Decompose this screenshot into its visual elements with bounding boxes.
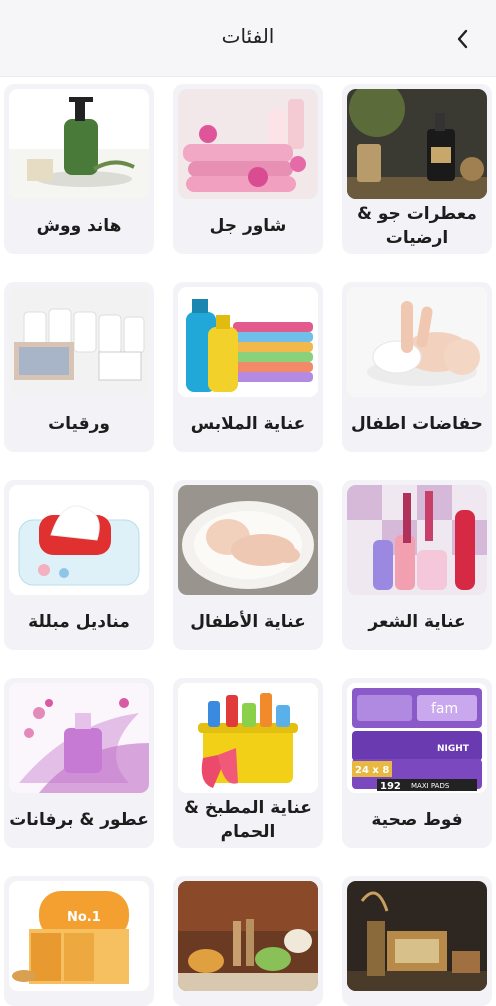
kitchenware-image (178, 881, 318, 991)
paper-products-image (9, 287, 149, 397)
category-card-room-fragrance[interactable]: معطرات جو & ارضيات (342, 84, 492, 254)
sanitary-pads-image: fam NIGHT 24 x 8 192 MAXI PADS (347, 683, 487, 793)
wet-wipes-image (9, 485, 149, 595)
category-label: شاور جل (209, 216, 287, 236)
chevron-left-icon (457, 29, 468, 49)
category-label: عطور & برفانات (9, 810, 149, 830)
category-label: معطرات جو & ارضيات (357, 204, 477, 248)
soap-brand-text: No.1 (67, 910, 101, 925)
category-label: عناية المطبخ & الحمام (184, 798, 312, 842)
category-card-hand-wash[interactable]: هاند ووش (4, 84, 154, 254)
category-label: ورقيات (48, 414, 110, 434)
category-label: مناديل مبللة (28, 612, 130, 632)
category-card-hair-care[interactable]: عناية الشعر (342, 480, 492, 650)
shower-gel-image (178, 89, 318, 199)
top-app-bar: الفئات (0, 0, 496, 77)
category-card-baby-care[interactable]: عناية الأطفال (173, 480, 323, 650)
category-label: هاند ووش (36, 216, 122, 236)
pads-night-text: NIGHT (437, 744, 470, 754)
room-fragrance-image (347, 89, 487, 199)
kitchen-bath-care-image (178, 683, 318, 793)
category-card-perfumes[interactable]: عطور & برفانات (4, 678, 154, 848)
category-label: عناية الملابس (190, 414, 306, 434)
category-card-home-decor[interactable] (342, 876, 492, 1006)
hair-care-image (347, 485, 487, 595)
category-card-sanitary-pads[interactable]: fam NIGHT 24 x 8 192 MAXI PADS فوط صحية (342, 678, 492, 848)
category-card-kitchen-bath-care[interactable]: عناية المطبخ & الحمام (173, 678, 323, 848)
fam-brand-text: fam (431, 701, 458, 717)
baby-care-image (178, 485, 318, 595)
hand-wash-image (9, 89, 149, 199)
category-card-baby-diapers[interactable]: حفاضات اطفال (342, 282, 492, 452)
pads-total-text: 192 (380, 781, 401, 792)
home-decor-image (347, 881, 487, 991)
category-card-kitchenware[interactable] (173, 876, 323, 1006)
category-card-wet-wipes[interactable]: مناديل مبللة (4, 480, 154, 650)
soap-bars-image: No.1 (9, 881, 149, 991)
category-label: حفاضات اطفال (351, 414, 483, 434)
page-title: الفئات (221, 24, 275, 48)
laundry-care-image (178, 287, 318, 397)
baby-diapers-image (347, 287, 487, 397)
category-card-paper-products[interactable]: ورقيات (4, 282, 154, 452)
category-card-laundry-care[interactable]: عناية الملابس (173, 282, 323, 452)
category-label: عناية الشعر (368, 612, 466, 632)
category-card-shower-gel[interactable]: شاور جل (173, 84, 323, 254)
back-button[interactable] (448, 22, 478, 56)
pads-count-text: 24 x 8 (355, 765, 389, 776)
category-card-soap-bars[interactable]: No.1 (4, 876, 154, 1006)
perfumes-image (9, 683, 149, 793)
category-label: عناية الأطفال (190, 612, 306, 632)
pads-desc-text: MAXI PADS (411, 782, 450, 790)
category-label: فوط صحية (371, 810, 463, 830)
